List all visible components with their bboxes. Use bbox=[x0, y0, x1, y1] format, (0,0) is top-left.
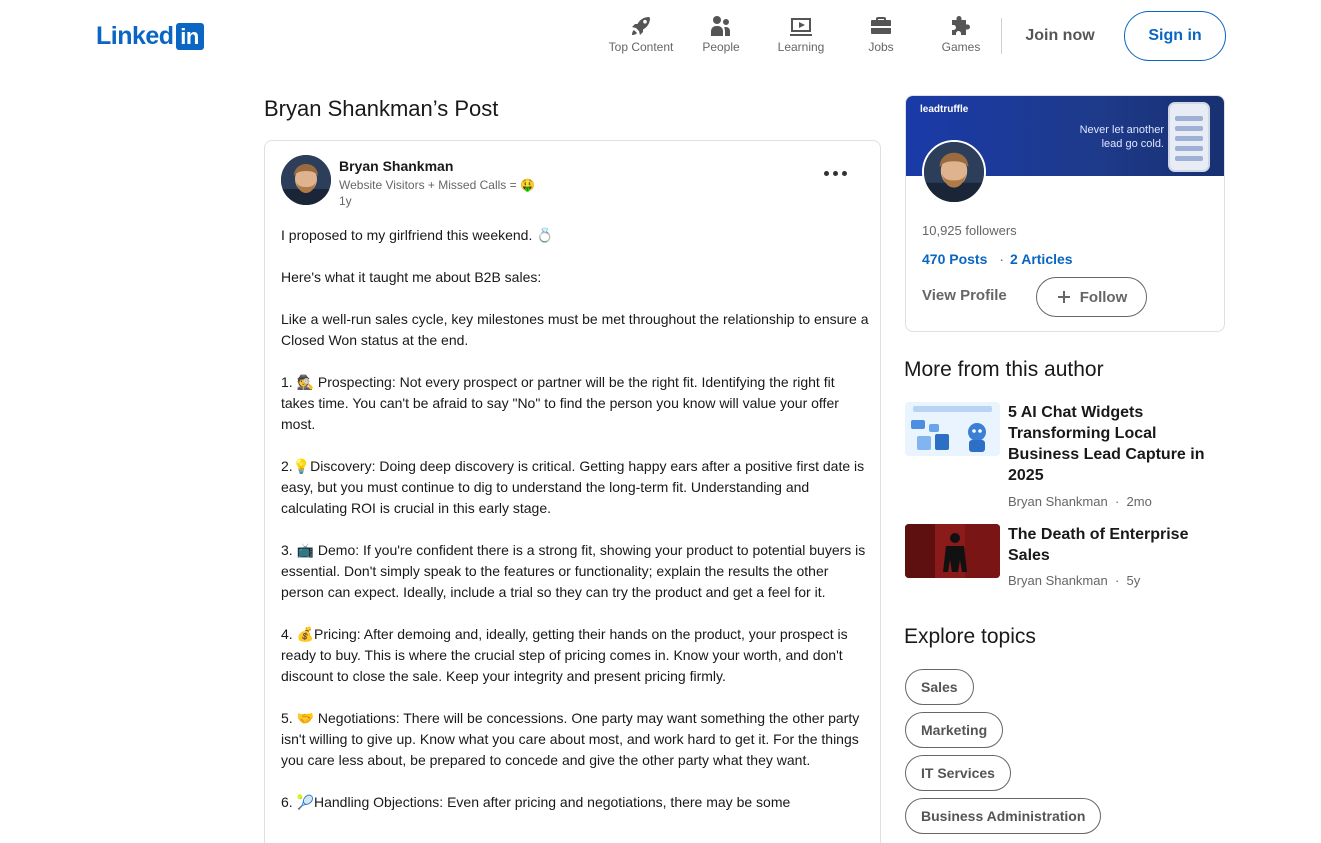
logo-text: Linked bbox=[96, 22, 174, 50]
article-title[interactable]: The Death of Enterprise Sales bbox=[1008, 524, 1213, 566]
profile-stats: 470 Posts · 2 Articles bbox=[922, 251, 1073, 267]
page-title: Bryan Shankman’s Post bbox=[264, 96, 499, 121]
article-meta: Bryan Shankman · 5y bbox=[1008, 573, 1140, 588]
separator-dot: · bbox=[999, 251, 1005, 267]
post-card: Bryan Shankman Website Visitors + Missed… bbox=[264, 140, 881, 843]
avatar-image bbox=[924, 142, 984, 202]
more-from-author-heading: More from this author bbox=[904, 358, 1104, 381]
post-paragraph: 5. 🤝 Negotiations: There will be concess… bbox=[281, 710, 860, 768]
briefcase-icon bbox=[871, 17, 891, 34]
follow-button[interactable]: Follow bbox=[1036, 277, 1147, 317]
people-icon bbox=[711, 16, 730, 36]
join-now-button[interactable]: Join now bbox=[1011, 16, 1109, 56]
puzzle-icon bbox=[952, 16, 970, 35]
post-paragraph: 4. 💰Pricing: After demoing and, ideally,… bbox=[281, 626, 848, 684]
explore-topics-heading: Explore topics bbox=[904, 625, 1036, 648]
nav-label: People bbox=[702, 40, 740, 54]
article-meta: Bryan Shankman · 2mo bbox=[1008, 494, 1152, 509]
main-nav: Top Content People Learning Jobs Games bbox=[601, 14, 1001, 54]
post-paragraph: 3. 📺 Demo: If you're confident there is … bbox=[281, 542, 866, 600]
nav-learning[interactable]: Learning bbox=[761, 14, 841, 54]
nav-jobs[interactable]: Jobs bbox=[841, 14, 921, 54]
separator-dot: · bbox=[1111, 494, 1127, 509]
article-thumbnail[interactable] bbox=[905, 402, 1000, 456]
post-body: I proposed to my girlfriend this weekend… bbox=[281, 225, 871, 834]
topic-chip-marketing[interactable]: Marketing bbox=[905, 712, 1004, 748]
logo-in-box: in bbox=[175, 23, 204, 50]
banner-tagline: Never let another lead go cold. bbox=[1079, 124, 1164, 150]
follow-label: Follow bbox=[1079, 288, 1128, 306]
post-paragraph: 6. 🎾Handling Objections: Even after pric… bbox=[281, 794, 791, 810]
separator-dot: · bbox=[1111, 573, 1127, 588]
author-profile-card: leadtruffle Never let another lead go co… bbox=[905, 95, 1225, 332]
view-profile-link[interactable]: View Profile bbox=[922, 287, 1007, 304]
phone-illustration bbox=[1168, 102, 1210, 172]
rocket-icon bbox=[632, 17, 650, 35]
learning-icon bbox=[790, 18, 812, 36]
more-options-button[interactable] bbox=[821, 161, 849, 185]
post-paragraph: I proposed to my girlfriend this weekend… bbox=[281, 227, 554, 243]
nav-people[interactable]: People bbox=[681, 14, 761, 54]
article-age: 5y bbox=[1126, 573, 1141, 588]
author-avatar[interactable] bbox=[281, 155, 331, 205]
avatar-image bbox=[281, 155, 331, 205]
author-headline: Website Visitors + Missed Calls = 🤑 bbox=[339, 178, 535, 192]
article-thumbnail[interactable] bbox=[905, 524, 1000, 578]
nav-label: Top Content bbox=[608, 40, 674, 54]
post-paragraph: 1. 🕵 Prospecting: Not every prospect or … bbox=[281, 374, 839, 432]
nav-games[interactable]: Games bbox=[921, 14, 1001, 54]
followers-count: 10,925 followers bbox=[922, 223, 1017, 238]
post-paragraph: 2.💡Discovery: Doing deep discovery is cr… bbox=[281, 458, 865, 516]
ai-chat-thumbnail-image bbox=[905, 402, 1000, 456]
plus-icon bbox=[1057, 291, 1070, 303]
post-paragraph: Like a well-run sales cycle, key milesto… bbox=[281, 311, 869, 348]
ellipsis-icon bbox=[823, 170, 829, 176]
article-age: 2mo bbox=[1126, 494, 1152, 509]
sign-in-button[interactable]: Sign in bbox=[1124, 11, 1226, 61]
article-title[interactable]: 5 AI Chat Widgets Transforming Local Bus… bbox=[1008, 402, 1213, 486]
nav-top-content[interactable]: Top Content bbox=[601, 14, 681, 54]
top-nav-bar: Linked in Top Content People Learning Jo… bbox=[0, 0, 1321, 72]
profile-avatar[interactable] bbox=[922, 140, 986, 204]
nav-divider bbox=[1001, 18, 1002, 54]
topic-chip-business-administration[interactable]: Business Administration bbox=[905, 798, 1102, 834]
nav-label: Jobs bbox=[868, 40, 894, 54]
topic-chip-it-services[interactable]: IT Services bbox=[905, 755, 1011, 791]
post-paragraph: Here's what it taught me about B2B sales… bbox=[281, 269, 542, 285]
linkedin-logo[interactable]: Linked in bbox=[96, 22, 204, 51]
topic-chip-sales[interactable]: Sales bbox=[905, 669, 974, 705]
banner-brand-logo: leadtruffle bbox=[920, 104, 969, 115]
articles-link[interactable]: 2 Articles bbox=[1010, 251, 1073, 267]
nav-label: Learning bbox=[777, 40, 825, 54]
post-timestamp: 1y bbox=[339, 194, 352, 208]
enterprise-sales-thumbnail-image bbox=[905, 524, 1000, 578]
nav-label: Games bbox=[941, 40, 981, 54]
article-item[interactable]: The Death of Enterprise Sales Bryan Shan… bbox=[905, 524, 1225, 594]
article-author: Bryan Shankman bbox=[1008, 573, 1108, 588]
author-name[interactable]: Bryan Shankman bbox=[339, 158, 453, 174]
article-item[interactable]: 5 AI Chat Widgets Transforming Local Bus… bbox=[905, 402, 1225, 512]
article-author: Bryan Shankman bbox=[1008, 494, 1108, 509]
posts-link[interactable]: 470 Posts bbox=[922, 251, 987, 267]
